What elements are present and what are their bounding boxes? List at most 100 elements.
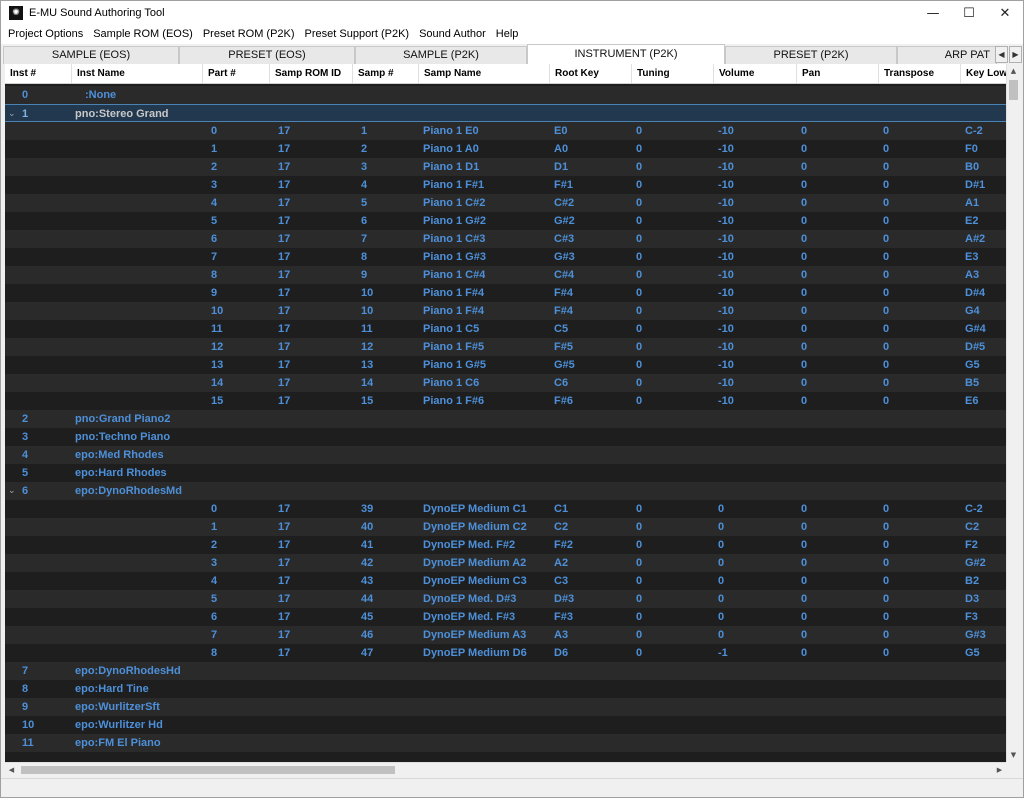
cell-samp-num: 4 bbox=[361, 179, 368, 191]
minimize-button[interactable]: — bbox=[915, 1, 951, 25]
scroll-up-icon[interactable]: ▲ bbox=[1007, 64, 1019, 78]
cell-part-num: 3 bbox=[211, 179, 218, 191]
close-button[interactable]: ✕ bbox=[987, 1, 1023, 25]
part-row[interactable]: 3 17 42 DynoEP Medium A2 A2 0 0 0 0 G#2 bbox=[5, 554, 1006, 572]
cell-root-key: F#2 bbox=[554, 539, 573, 551]
cell-samp-rom-id: 17 bbox=[278, 611, 291, 623]
menu-help[interactable]: Help bbox=[491, 25, 524, 44]
part-row[interactable]: 8 17 9 Piano 1 C#4 C#4 0 -10 0 0 A3 bbox=[5, 266, 1006, 284]
tab-instrument-p2k[interactable]: INSTRUMENT (P2K) bbox=[527, 44, 725, 64]
tab-scroll-left-icon[interactable]: ◀ bbox=[995, 46, 1008, 63]
instrument-row[interactable]: 8 epo:Hard Tine bbox=[5, 680, 1006, 698]
instrument-row[interactable]: 7 epo:DynoRhodesHd bbox=[5, 662, 1006, 680]
col-header-tuning[interactable]: Tuning bbox=[632, 64, 714, 83]
col-header-samp-name[interactable]: Samp Name bbox=[419, 64, 550, 83]
instrument-row[interactable]: 9 epo:WurlitzerSft bbox=[5, 698, 1006, 716]
part-row[interactable]: 2 17 3 Piano 1 D1 D1 0 -10 0 0 B0 bbox=[5, 158, 1006, 176]
part-row[interactable]: 1 17 40 DynoEP Medium C2 C2 0 0 0 0 C2 bbox=[5, 518, 1006, 536]
cell-root-key: C#4 bbox=[554, 269, 575, 281]
part-row[interactable]: 4 17 5 Piano 1 C#2 C#2 0 -10 0 0 A1 bbox=[5, 194, 1006, 212]
part-row[interactable]: 0 17 1 Piano 1 E0 E0 0 -10 0 0 C-2 bbox=[5, 122, 1006, 140]
menu-preset-rom-p2k[interactable]: Preset ROM (P2K) bbox=[198, 25, 300, 44]
part-row[interactable]: 11 17 11 Piano 1 C5 C5 0 -10 0 0 G#4 bbox=[5, 320, 1006, 338]
instrument-row[interactable]: 0:None bbox=[5, 86, 1006, 104]
menu-preset-support-p2k[interactable]: Preset Support (P2K) bbox=[300, 25, 415, 44]
instrument-row[interactable]: 10 epo:Wurlitzer Hd bbox=[5, 716, 1006, 734]
menu-sound-author[interactable]: Sound Author bbox=[414, 25, 491, 44]
tab-scroll-right-icon[interactable]: ▶ bbox=[1009, 46, 1022, 63]
cell-inst-num: 5 bbox=[22, 467, 29, 479]
col-header-pan[interactable]: Pan bbox=[797, 64, 879, 83]
scroll-left-icon[interactable]: ◀ bbox=[5, 763, 18, 776]
instrument-row[interactable]: 3 pno:Techno Piano bbox=[5, 428, 1006, 446]
col-header-inst-name[interactable]: Inst Name bbox=[72, 64, 203, 83]
menu-project-options[interactable]: Project Options bbox=[3, 25, 88, 44]
menu-sample-rom-eos[interactable]: Sample ROM (EOS) bbox=[88, 25, 198, 44]
tab-preset-p2k[interactable]: PRESET (P2K) bbox=[725, 46, 897, 64]
cell-key-low: E6 bbox=[965, 395, 979, 407]
col-header-transpose[interactable]: Transpose bbox=[879, 64, 961, 83]
part-row[interactable]: 5 17 6 Piano 1 G#2 G#2 0 -10 0 0 E2 bbox=[5, 212, 1006, 230]
part-row[interactable]: 13 17 13 Piano 1 G#5 G#5 0 -10 0 0 G5 bbox=[5, 356, 1006, 374]
col-header-part-num[interactable]: Part # bbox=[203, 64, 270, 83]
cell-pan: 0 bbox=[801, 359, 808, 371]
tab-sample-p2k[interactable]: SAMPLE (P2K) bbox=[355, 46, 527, 64]
part-row[interactable]: 6 17 45 DynoEP Med. F#3 F#3 0 0 0 0 F3 bbox=[5, 608, 1006, 626]
maximize-button[interactable]: ☐ bbox=[951, 1, 987, 25]
part-row[interactable]: 1 17 2 Piano 1 A0 A0 0 -10 0 0 F0 bbox=[5, 140, 1006, 158]
part-row[interactable]: 7 17 46 DynoEP Medium A3 A3 0 0 0 0 G#3 bbox=[5, 626, 1006, 644]
part-row[interactable]: 3 17 4 Piano 1 F#1 F#1 0 -10 0 0 D#1 bbox=[5, 176, 1006, 194]
part-row[interactable]: 10 17 10 Piano 1 F#4 F#4 0 -10 0 0 G4 bbox=[5, 302, 1006, 320]
part-row[interactable]: 5 17 44 DynoEP Med. D#3 D#3 0 0 0 0 D3 bbox=[5, 590, 1006, 608]
cell-part-num: 9 bbox=[211, 287, 218, 299]
tab-sample-eos[interactable]: SAMPLE (EOS) bbox=[3, 46, 179, 64]
cell-samp-num: 13 bbox=[361, 359, 374, 371]
cell-part-num: 6 bbox=[211, 611, 218, 623]
col-header-inst-num[interactable]: Inst # bbox=[5, 64, 72, 83]
cell-tuning: 0 bbox=[636, 503, 643, 515]
part-row[interactable]: 12 17 12 Piano 1 F#5 F#5 0 -10 0 0 D#5 bbox=[5, 338, 1006, 356]
part-row[interactable]: 0 17 39 DynoEP Medium C1 C1 0 0 0 0 C-2 bbox=[5, 500, 1006, 518]
col-header-volume[interactable]: Volume bbox=[714, 64, 797, 83]
part-row[interactable]: 7 17 8 Piano 1 G#3 G#3 0 -10 0 0 E3 bbox=[5, 248, 1006, 266]
cell-part-num: 7 bbox=[211, 629, 218, 641]
horizontal-scrollbar[interactable]: ◀ ▶ bbox=[5, 762, 1006, 776]
col-header-key-low[interactable]: Key Low bbox=[961, 64, 1006, 83]
part-row[interactable]: 15 17 15 Piano 1 F#6 F#6 0 -10 0 0 E6 bbox=[5, 392, 1006, 410]
instrument-row[interactable]: ⌄ 1 pno:Stereo Grand bbox=[5, 104, 1006, 122]
part-row[interactable]: 9 17 10 Piano 1 F#4 F#4 0 -10 0 0 D#4 bbox=[5, 284, 1006, 302]
part-row[interactable]: 8 17 47 DynoEP Medium D6 D6 0 -1 0 0 G5 bbox=[5, 644, 1006, 662]
instrument-row[interactable]: 11 epo:FM El Piano bbox=[5, 734, 1006, 752]
cell-key-low: G#2 bbox=[965, 557, 986, 569]
scroll-right-icon[interactable]: ▶ bbox=[993, 763, 1006, 776]
vertical-scrollbar[interactable]: ▲ ▼ bbox=[1006, 64, 1019, 762]
cell-key-low: D#1 bbox=[965, 179, 986, 191]
horizontal-scroll-thumb[interactable] bbox=[21, 766, 395, 774]
cell-pan: 0 bbox=[801, 269, 808, 281]
tab-arp-pat[interactable]: ARP PAT bbox=[897, 46, 997, 64]
col-header-root-key[interactable]: Root Key bbox=[550, 64, 632, 83]
cell-samp-name: Piano 1 C#2 bbox=[423, 197, 486, 209]
cell-inst-name: epo:DynoRhodesHd bbox=[75, 665, 181, 677]
cell-volume: 0 bbox=[718, 575, 725, 587]
expand-chevron-icon[interactable]: ⌄ bbox=[8, 105, 20, 123]
expand-chevron-icon[interactable]: ⌄ bbox=[8, 482, 20, 500]
scroll-down-icon[interactable]: ▼ bbox=[1007, 748, 1019, 762]
cell-volume: 0 bbox=[718, 539, 725, 551]
col-header-samp-rom-id[interactable]: Samp ROM ID bbox=[270, 64, 353, 83]
cell-samp-name: DynoEP Medium A3 bbox=[423, 629, 527, 641]
instrument-row[interactable]: 2 pno:Grand Piano2 bbox=[5, 410, 1006, 428]
part-row[interactable]: 4 17 43 DynoEP Medium C3 C3 0 0 0 0 B2 bbox=[5, 572, 1006, 590]
part-row[interactable]: 2 17 41 DynoEP Med. F#2 F#2 0 0 0 0 F2 bbox=[5, 536, 1006, 554]
vertical-scroll-thumb[interactable] bbox=[1009, 80, 1018, 100]
tab-preset-eos[interactable]: PRESET (EOS) bbox=[179, 46, 355, 64]
instrument-row[interactable]: 5 epo:Hard Rhodes bbox=[5, 464, 1006, 482]
part-row[interactable]: 6 17 7 Piano 1 C#3 C#3 0 -10 0 0 A#2 bbox=[5, 230, 1006, 248]
instrument-row[interactable]: ⌄ 6 epo:DynoRhodesMd bbox=[5, 482, 1006, 500]
part-row[interactable]: 14 17 14 Piano 1 C6 C6 0 -10 0 0 B5 bbox=[5, 374, 1006, 392]
cell-pan: 0 bbox=[801, 575, 808, 587]
title-bar: ✺ E-MU Sound Authoring Tool — ☐ ✕ bbox=[1, 1, 1023, 25]
cell-transpose: 0 bbox=[883, 251, 890, 263]
instrument-row[interactable]: 4 epo:Med Rhodes bbox=[5, 446, 1006, 464]
col-header-samp-num[interactable]: Samp # bbox=[353, 64, 419, 83]
